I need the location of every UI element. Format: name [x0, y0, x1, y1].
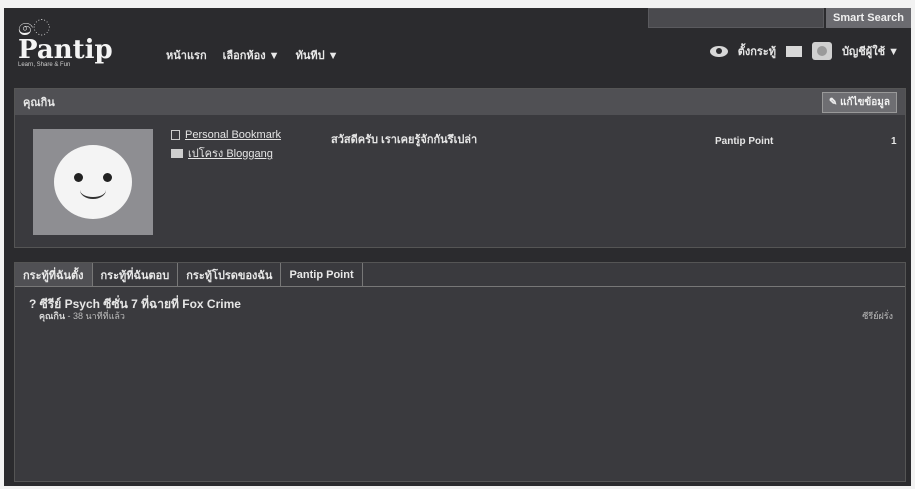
pantip-point-value: 1: [891, 136, 897, 147]
profile-name: คุณกิน: [23, 97, 55, 109]
eye-icon: [709, 45, 728, 57]
smiley-icon: [54, 145, 132, 219]
smart-search-button[interactable]: Smart Search: [826, 8, 911, 28]
bloggang-link[interactable]: เปโครง Bloggang: [188, 144, 273, 162]
topic-tabs: กระทู้ที่ฉันตั้ง กระทู้ที่ฉันตอบ กระทู้โ…: [15, 263, 905, 287]
nav-rooms[interactable]: เลือกห้อง ▼: [223, 46, 280, 64]
profile-greeting: สวัสดีครับ เราเคยรู้จักกันรึเปล่า: [331, 134, 478, 146]
user-nav: ตั้งกระทู้ บัญชีผู้ใช้ ▼: [709, 42, 899, 60]
avatar-icon[interactable]: [811, 42, 832, 60]
edit-profile-label: แก้ไขข้อมูล: [840, 96, 890, 108]
mail-icon[interactable]: [785, 45, 802, 57]
pantip-logo[interactable]: ෙ Pantip Learn, Share & Fun: [18, 18, 128, 69]
pantip-point-label: Pantip Point: [715, 136, 774, 147]
logo-name: Pantip: [18, 35, 113, 65]
tab-my-topics[interactable]: กระทู้ที่ฉันตั้ง: [15, 263, 93, 286]
account-menu[interactable]: บัญชีผู้ใช้ ▼: [842, 42, 899, 60]
profile-header: คุณกิน ✎ แก้ไขข้อมูล: [15, 89, 905, 115]
edit-profile-button[interactable]: ✎ แก้ไขข้อมูล: [821, 91, 897, 113]
nav-home[interactable]: หน้าแรก: [166, 46, 207, 64]
topic-tag[interactable]: ซีรีย์ฝรั่ง: [862, 309, 893, 323]
avatar: [33, 129, 153, 235]
topic-meta: คุณกิน - 38 นาทีที่แล้ว: [39, 309, 125, 323]
settings-link[interactable]: ตั้งกระทู้: [738, 42, 776, 60]
profile-links: Personal Bookmark เปโครง Bloggang: [171, 129, 281, 165]
tab-pantip-point[interactable]: Pantip Point: [281, 263, 363, 286]
topic-time: - 38 นาทีที่แล้ว: [64, 311, 125, 321]
bookmark-icon: [171, 130, 180, 140]
main-nav: หน้าแรก เลือกห้อง ▼ ทันทีป ▼: [166, 46, 339, 64]
page: Smart Search ෙ Pantip Learn, Share & Fun…: [4, 8, 911, 486]
topic-author[interactable]: คุณกิน: [39, 311, 65, 321]
tab-favorites[interactable]: กระทู้โปรดของฉัน: [178, 263, 282, 286]
topics-panel: กระทู้ที่ฉันตั้ง กระทู้ที่ฉันตอบ กระทู้โ…: [14, 262, 906, 482]
tab-my-replies[interactable]: กระทู้ที่ฉันตอบ: [93, 263, 179, 286]
blog-icon: [171, 148, 183, 158]
nav-pantip[interactable]: ทันทีป ▼: [296, 46, 339, 64]
personal-bookmark-link[interactable]: Personal Bookmark: [185, 129, 281, 141]
search-input[interactable]: [648, 8, 824, 28]
profile-panel: คุณกิน ✎ แก้ไขข้อมูล Personal Bookmark เ…: [14, 88, 906, 248]
